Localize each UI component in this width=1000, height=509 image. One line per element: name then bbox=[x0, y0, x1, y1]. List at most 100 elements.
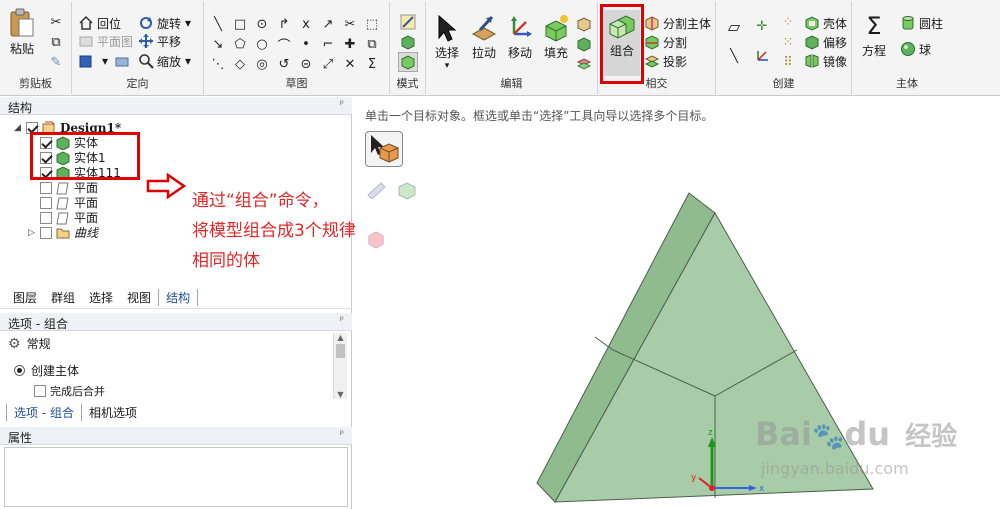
sweep-arc-icon[interactable]: ⌒ bbox=[276, 36, 292, 54]
tree-item[interactable]: ▷ 曲线 bbox=[28, 225, 98, 240]
scroll-thumb[interactable] bbox=[336, 344, 345, 358]
sketch-group: ╲ □ ⊙ ↱ ⅹ ↗ ✂ ⬚ ↘ ⬠ ○ ⌒ • ⌐ ✚ ⧉ ⋱ ◇ ◎ ↺ … bbox=[204, 2, 390, 94]
blend-icon[interactable] bbox=[576, 56, 592, 72]
expand-icon[interactable]: ▷ bbox=[28, 228, 38, 238]
scroll-up-icon[interactable]: ▲ bbox=[334, 333, 347, 342]
merge-when-done-checkbox[interactable] bbox=[34, 384, 46, 397]
tree-item[interactable]: 平面 bbox=[40, 180, 98, 195]
tab-layers[interactable]: 图层 bbox=[6, 289, 44, 306]
tree-item-checkbox[interactable] bbox=[40, 226, 52, 239]
split-button[interactable]: 分割 bbox=[644, 33, 687, 51]
pull-button[interactable]: 拉动 bbox=[470, 14, 498, 61]
linear-pattern-icon[interactable]: ⁘ bbox=[780, 14, 796, 30]
tab-groups[interactable]: 群组 bbox=[44, 289, 82, 306]
home-button[interactable]: 回位 bbox=[78, 14, 121, 32]
options-scrollbar[interactable]: ▲ ▼ bbox=[333, 333, 347, 399]
move-icon bbox=[511, 16, 532, 37]
properties-panel-title: 属性 ᵖ bbox=[0, 427, 352, 445]
slot-icon[interactable]: ⊝ bbox=[298, 56, 314, 72]
scroll-down-icon[interactable]: ▼ bbox=[334, 390, 347, 399]
move-button[interactable]: 移动 bbox=[506, 14, 534, 61]
tab-structure[interactable]: 结构 bbox=[158, 289, 199, 306]
section-mode-icon[interactable] bbox=[400, 34, 416, 50]
rectangle-icon[interactable]: □ bbox=[232, 16, 248, 32]
replace-icon[interactable] bbox=[576, 16, 592, 32]
fill-button[interactable]: 填充 bbox=[542, 14, 570, 61]
circle-icon[interactable]: ⊙ bbox=[254, 16, 270, 32]
tree-item[interactable]: 平面 bbox=[40, 195, 98, 210]
equation-button[interactable]: Σ 方程 bbox=[862, 12, 886, 59]
select-button[interactable]: 选择 ▾ bbox=[434, 14, 460, 71]
fillet-icon[interactable]: ⌐ bbox=[320, 36, 336, 52]
tree-item-checkbox[interactable] bbox=[40, 211, 52, 224]
plane-icon[interactable]: ▱ bbox=[726, 17, 742, 36]
pin-icon[interactable]: ᵖ bbox=[340, 315, 344, 326]
line-icon[interactable]: ╲ bbox=[210, 16, 226, 32]
pan-button[interactable]: 平移 bbox=[138, 32, 181, 50]
pin-icon[interactable]: ᵖ bbox=[340, 99, 344, 110]
tab-selection[interactable]: 选择 bbox=[82, 289, 120, 306]
polygon-icon[interactable]: ⬠ bbox=[232, 36, 248, 52]
select-dropdown-icon[interactable]: ▾ bbox=[445, 61, 450, 71]
equation-curve-icon[interactable]: Σ bbox=[364, 56, 380, 72]
origin-icon[interactable] bbox=[754, 48, 770, 64]
copy-icon[interactable]: ⧉ bbox=[48, 34, 64, 50]
offset-button[interactable]: 偏移 bbox=[804, 33, 847, 51]
axis-icon[interactable]: ╲ bbox=[726, 48, 742, 64]
offset-curve-icon[interactable]: ⬚ bbox=[364, 16, 380, 32]
project-button[interactable]: 投影 bbox=[644, 52, 687, 70]
sphere-button[interactable]: 球 bbox=[900, 40, 931, 58]
zoom-dropdown-icon[interactable]: ▾ bbox=[185, 54, 191, 68]
3d-mode-icon[interactable] bbox=[398, 52, 418, 72]
mirror-button[interactable]: 镜像 bbox=[804, 52, 847, 70]
zoom-button[interactable]: 缩放 ▾ bbox=[138, 52, 191, 70]
collapse-icon[interactable]: ◢ bbox=[14, 123, 24, 133]
split-body-button[interactable]: 分割主体 bbox=[644, 14, 711, 32]
view-cube-button[interactable]: ▾ bbox=[78, 52, 130, 70]
triangular-model[interactable] bbox=[536, 192, 874, 503]
cut-icon[interactable]: ✂ bbox=[48, 14, 64, 30]
fill-pattern-icon[interactable]: ⠿ bbox=[780, 54, 796, 70]
adjust-icon[interactable] bbox=[576, 36, 592, 52]
tab-camera-options[interactable]: 相机选项 bbox=[82, 404, 144, 421]
paste-button[interactable]: 粘贴 bbox=[8, 8, 36, 57]
pin-icon[interactable]: ᵖ bbox=[340, 429, 344, 440]
tree-item[interactable]: 平面 bbox=[40, 210, 98, 225]
shell-button[interactable]: 壳体 bbox=[804, 14, 847, 32]
three-point-circle-icon[interactable]: ◎ bbox=[254, 56, 270, 72]
split-curve-icon[interactable]: ⤢ bbox=[320, 56, 336, 72]
radio-selected-icon[interactable] bbox=[14, 365, 25, 376]
options-section-general[interactable]: ⚙ 常规 bbox=[8, 336, 51, 352]
spline-icon[interactable]: ⅹ bbox=[298, 16, 314, 32]
tangent-arc-icon[interactable]: ↗ bbox=[320, 16, 336, 32]
design-viewport[interactable]: 单击一个目标对象。框选或单击“选择”工具向导以选择多个目标。 z x y Bai… bbox=[353, 97, 1000, 509]
bend-icon[interactable]: ✕ bbox=[342, 56, 358, 72]
rotate-button[interactable]: 旋转 ▾ bbox=[138, 14, 191, 32]
arc-icon[interactable]: ↱ bbox=[276, 16, 292, 32]
rotate-dropdown-icon[interactable]: ▾ bbox=[185, 16, 191, 30]
cylinder-button[interactable]: 圆柱 bbox=[900, 14, 943, 32]
tangent-line-icon[interactable]: ↘ bbox=[210, 36, 226, 52]
body-group-label: 主体 bbox=[896, 77, 918, 90]
tab-views[interactable]: 视图 bbox=[120, 289, 158, 306]
three-point-rect-icon[interactable]: ◇ bbox=[232, 56, 248, 72]
point-create-icon[interactable]: ✛ bbox=[754, 18, 770, 34]
construction-line-icon[interactable]: ⋱ bbox=[210, 56, 226, 72]
circular-pattern-icon[interactable]: ⁙ bbox=[780, 34, 796, 50]
three-point-arc-icon[interactable]: ↺ bbox=[276, 56, 292, 72]
create-body-radio-row[interactable]: 创建主体 bbox=[14, 363, 79, 378]
project-icon bbox=[644, 53, 660, 69]
format-painter-icon[interactable]: ✎ bbox=[48, 54, 64, 70]
point-icon[interactable]: • bbox=[298, 36, 314, 52]
project-curve-icon[interactable]: ⧉ bbox=[364, 36, 380, 52]
plan-view-button[interactable]: 平面图 bbox=[78, 32, 133, 50]
tree-item-checkbox[interactable] bbox=[40, 196, 52, 209]
tree-item-checkbox[interactable] bbox=[40, 181, 52, 194]
trim-icon[interactable]: ✂ bbox=[342, 16, 358, 32]
merge-when-done-row[interactable]: 完成后合并 bbox=[34, 383, 105, 398]
sketch-mode-icon[interactable] bbox=[400, 14, 416, 30]
view-dropdown-icon[interactable]: ▾ bbox=[102, 54, 108, 68]
tab-options-combine[interactable]: 选项 - 组合 bbox=[6, 403, 82, 421]
extend-icon[interactable]: ✚ bbox=[342, 36, 358, 52]
ellipse-icon[interactable]: ○ bbox=[254, 36, 270, 52]
